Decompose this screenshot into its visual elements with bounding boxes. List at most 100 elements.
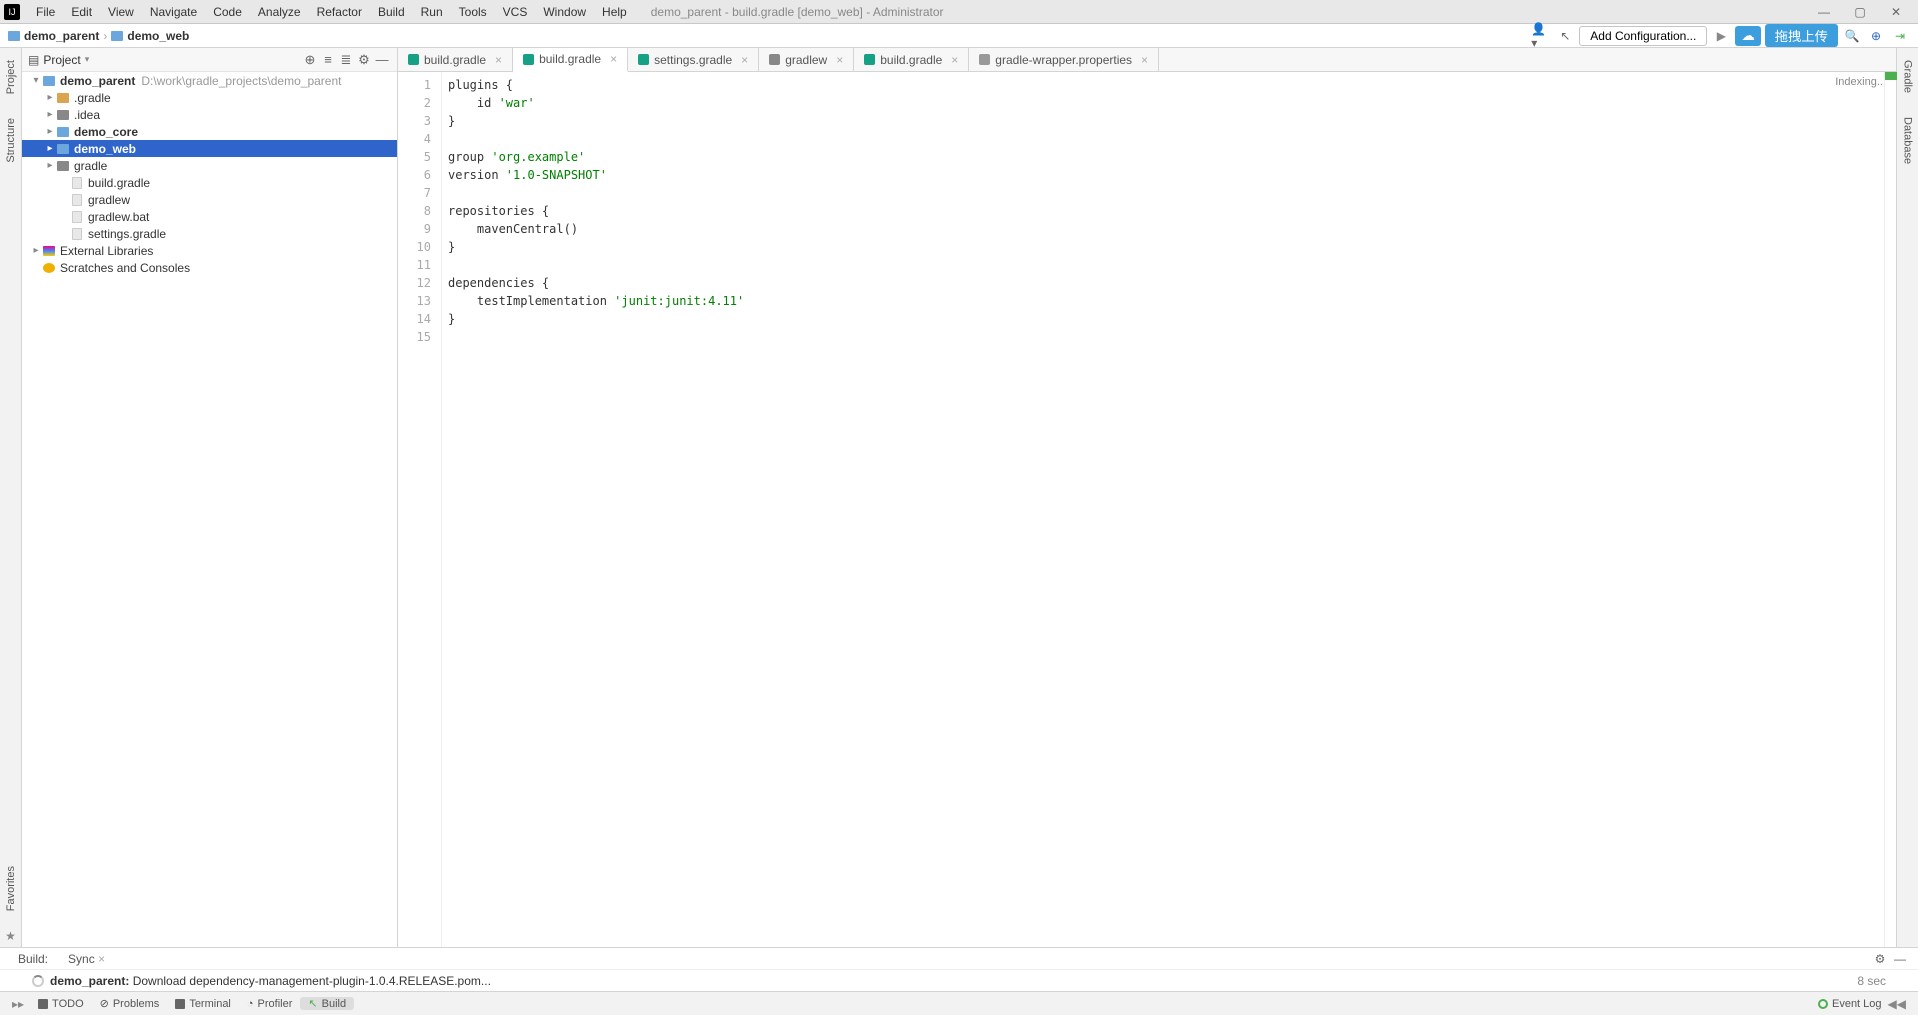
tab-file-4[interactable]: build.gradle× (854, 48, 969, 71)
bottom-tab-profiler[interactable]: ◔Profiler (239, 998, 301, 1010)
build-output-text: demo_parent: Download dependency-managem… (50, 974, 491, 988)
gear-icon[interactable]: ⚙ (355, 51, 373, 69)
tree-node-idea-dir[interactable]: ▸.idea (22, 106, 397, 123)
collapse-all-icon[interactable]: ≣ (337, 51, 355, 69)
gradle-file-icon (864, 54, 875, 65)
editor-body[interactable]: 123456789101112131415 plugins { id 'war'… (398, 72, 1896, 947)
project-panel: ▤Project ▾ ⊕ ≡ ≣ ⚙ — ▾demo_parentD:\work… (22, 48, 398, 947)
bottom-tab-problems[interactable]: ⊘Problems (92, 997, 168, 1010)
menu-tools[interactable]: Tools (451, 5, 495, 19)
tab-file-5[interactable]: gradle-wrapper.properties× (969, 48, 1159, 71)
window-minimize-icon[interactable]: — (1806, 2, 1842, 22)
tab-file-1[interactable]: build.gradle× (513, 48, 628, 72)
breadcrumb-module[interactable]: demo_web (111, 29, 189, 43)
menu-view[interactable]: View (100, 5, 142, 19)
bottom-tab-todo[interactable]: TODO (30, 998, 92, 1010)
close-icon[interactable]: × (741, 53, 748, 67)
tree-node-demo-core[interactable]: ▸demo_core (22, 123, 397, 140)
tab-file-3[interactable]: gradlew× (759, 48, 854, 71)
bottom-tab-build[interactable]: ↖Build (300, 997, 354, 1010)
menu-file[interactable]: File (28, 5, 63, 19)
menu-navigate[interactable]: Navigate (142, 5, 205, 19)
menu-run[interactable]: Run (413, 5, 451, 19)
add-configuration-button[interactable]: Add Configuration... (1579, 26, 1707, 46)
line-number-gutter: 123456789101112131415 (398, 72, 442, 947)
chevron-right-icon: › (103, 29, 107, 43)
spinner-icon (32, 975, 44, 987)
project-panel-header: ▤Project ▾ ⊕ ≡ ≣ ⚙ — (22, 48, 397, 72)
window-maximize-icon[interactable]: ▢ (1842, 2, 1878, 22)
close-icon[interactable]: × (495, 53, 502, 67)
menu-help[interactable]: Help (594, 5, 635, 19)
chevron-down-icon[interactable]: ▾ (85, 54, 90, 65)
hide-icon[interactable]: — (1890, 949, 1910, 969)
toolwindow-favorites-tab[interactable]: Favorites (5, 860, 17, 917)
star-icon[interactable]: ★ (5, 929, 16, 947)
close-icon[interactable]: × (951, 53, 958, 67)
shell-file-icon (769, 54, 780, 65)
tree-node-gradle-folder[interactable]: ▸gradle (22, 157, 397, 174)
close-icon[interactable]: × (610, 52, 617, 66)
gradle-file-icon (638, 54, 649, 65)
code-content[interactable]: plugins { id 'war' } group 'org.example'… (442, 72, 1896, 947)
project-tree[interactable]: ▾demo_parentD:\work\gradle_projects\demo… (22, 72, 397, 947)
tree-node-gradlew-bat[interactable]: gradlew.bat (22, 208, 397, 225)
upload-button[interactable]: 拖拽上传 (1765, 24, 1838, 47)
error-stripe[interactable] (1884, 72, 1896, 947)
build-output: demo_parent: Download dependency-managem… (0, 969, 1918, 991)
tab-file-0[interactable]: build.gradle× (398, 48, 513, 71)
window-close-icon[interactable]: ✕ (1878, 2, 1914, 22)
navigation-bar: demo_parent › demo_web 👤▾ ↖ Add Configur… (0, 24, 1918, 48)
run-icon[interactable]: ▶ (1711, 26, 1731, 46)
tree-node-demo-web[interactable]: ▸demo_web (22, 140, 397, 157)
gear-icon[interactable]: ⚙ (1870, 949, 1890, 969)
close-icon[interactable]: × (1141, 53, 1148, 67)
left-tool-gutter: Project Structure Favorites ★ (0, 48, 22, 947)
hide-icon[interactable]: — (373, 51, 391, 69)
menu-refactor[interactable]: Refactor (309, 5, 370, 19)
tree-node-settings-gradle[interactable]: settings.gradle (22, 225, 397, 242)
breadcrumb: demo_parent › demo_web (8, 29, 189, 43)
breadcrumb-root[interactable]: demo_parent (8, 29, 99, 43)
app-icon: IJ (4, 4, 20, 20)
update-icon[interactable]: ⊕ (1866, 26, 1886, 46)
menu-edit[interactable]: Edit (63, 5, 100, 19)
show-tool-windows-icon[interactable]: ▸▸ (6, 997, 30, 1011)
toolwindow-structure-tab[interactable]: Structure (5, 112, 17, 169)
folder-icon (111, 31, 123, 41)
tree-node-scratches[interactable]: Scratches and Consoles (22, 259, 397, 276)
menu-build[interactable]: Build (370, 5, 413, 19)
toolwindow-project-tab[interactable]: Project (5, 54, 17, 100)
event-log-icon (1818, 999, 1828, 1009)
close-icon[interactable]: × (836, 53, 843, 67)
build-sync-tab[interactable]: Sync × (58, 952, 115, 966)
bottom-tab-terminal[interactable]: Terminal (167, 998, 239, 1010)
tree-node-build-gradle[interactable]: build.gradle (22, 174, 397, 191)
close-icon[interactable]: × (98, 952, 105, 966)
gradle-file-icon (523, 54, 534, 65)
menu-code[interactable]: Code (205, 5, 250, 19)
menu-analyze[interactable]: Analyze (250, 5, 309, 19)
locate-icon[interactable]: ⊕ (301, 51, 319, 69)
menu-window[interactable]: Window (535, 5, 594, 19)
build-hammer-icon[interactable]: ↖ (1555, 26, 1575, 46)
tab-file-2[interactable]: settings.gradle× (628, 48, 759, 71)
tree-node-gradle-dir[interactable]: ▸.gradle (22, 89, 397, 106)
run-anything-icon[interactable]: ⇥ (1890, 26, 1910, 46)
props-file-icon (979, 54, 990, 65)
project-panel-title[interactable]: Project (43, 53, 80, 67)
search-icon[interactable]: 🔍 (1842, 26, 1862, 46)
tree-node-root[interactable]: ▾demo_parentD:\work\gradle_projects\demo… (22, 72, 397, 89)
right-tool-gutter: Gradle Database (1896, 48, 1918, 947)
tree-node-external-libs[interactable]: ▸External Libraries (22, 242, 397, 259)
expand-all-icon[interactable]: ≡ (319, 51, 337, 69)
menu-icon[interactable]: ◀◀ (1882, 997, 1912, 1011)
hammer-icon: ↖ (308, 997, 317, 1010)
user-icon[interactable]: 👤▾ (1531, 26, 1551, 46)
toolwindow-gradle-tab[interactable]: Gradle (1902, 54, 1914, 99)
cloud-button[interactable]: ☁ (1735, 26, 1760, 46)
tree-node-gradlew[interactable]: gradlew (22, 191, 397, 208)
menu-vcs[interactable]: VCS (495, 5, 536, 19)
toolwindow-database-tab[interactable]: Database (1902, 111, 1914, 170)
event-log-button[interactable]: Event Log (1818, 998, 1882, 1010)
